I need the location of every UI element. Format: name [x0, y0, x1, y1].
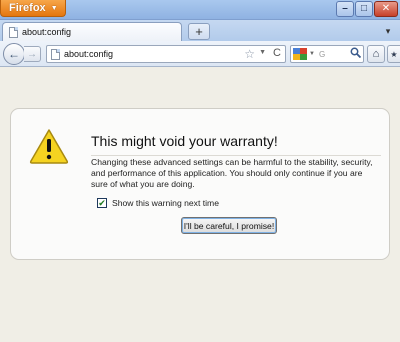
google-icon[interactable]: [293, 48, 307, 60]
bookmark-star-icon[interactable]: ☆: [244, 47, 255, 61]
home-icon: ⌂: [372, 48, 380, 60]
tab-about-config[interactable]: about:config: [2, 22, 182, 41]
url-bar[interactable]: about:config ☆ ▼ C: [46, 45, 286, 63]
firefox-menu-label: Firefox: [9, 2, 46, 14]
page-content: This might void your warranty! Changing …: [0, 68, 400, 342]
maximize-button[interactable]: □: [355, 1, 373, 17]
bookmarks-menu-button[interactable]: ★: [387, 45, 400, 63]
window-titlebar: Firefox ▼ – □ ✕: [0, 0, 400, 20]
new-tab-button[interactable]: +: [188, 23, 210, 40]
history-dropdown-icon[interactable]: ▼: [259, 49, 266, 56]
minimize-button[interactable]: –: [336, 1, 354, 17]
search-icon[interactable]: [350, 47, 362, 61]
back-button[interactable]: ←: [3, 43, 25, 65]
confirm-button[interactable]: I'll be careful, I promise!: [181, 217, 277, 234]
close-button[interactable]: ✕: [374, 1, 398, 17]
reload-icon[interactable]: C: [273, 47, 281, 59]
warning-icon: [29, 129, 69, 164]
firefox-menu-button[interactable]: Firefox ▼: [0, 0, 66, 17]
warning-title: This might void your warranty!: [91, 133, 381, 156]
chevron-down-icon[interactable]: ▼: [309, 51, 315, 57]
show-warning-checkbox-row[interactable]: ✔ Show this warning next time: [97, 198, 219, 208]
home-button[interactable]: ⌂: [367, 45, 385, 63]
warning-message: Changing these advanced settings can be …: [91, 157, 373, 189]
show-warning-label[interactable]: Show this warning next time: [112, 198, 219, 208]
search-bar[interactable]: ▼ G: [290, 45, 364, 63]
search-placeholder: G: [318, 49, 326, 59]
page-icon: [51, 48, 60, 60]
tab-list-button[interactable]: ▾: [380, 24, 396, 39]
url-text: about:config: [64, 49, 114, 59]
tab-strip: about:config + ▾: [0, 20, 400, 41]
chevron-down-icon: ▼: [50, 4, 58, 12]
warning-dialog: This might void your warranty! Changing …: [10, 108, 390, 260]
window-controls: – □ ✕: [336, 1, 398, 17]
tab-title: about:config: [22, 27, 72, 37]
forward-button[interactable]: →: [24, 46, 41, 62]
navigation-toolbar: ← → about:config ☆ ▼ C ▼ G ⌂ ★: [0, 41, 400, 67]
bookmarks-icon: ★: [390, 49, 398, 59]
page-icon: [9, 26, 18, 38]
show-warning-checkbox[interactable]: ✔: [97, 198, 107, 208]
